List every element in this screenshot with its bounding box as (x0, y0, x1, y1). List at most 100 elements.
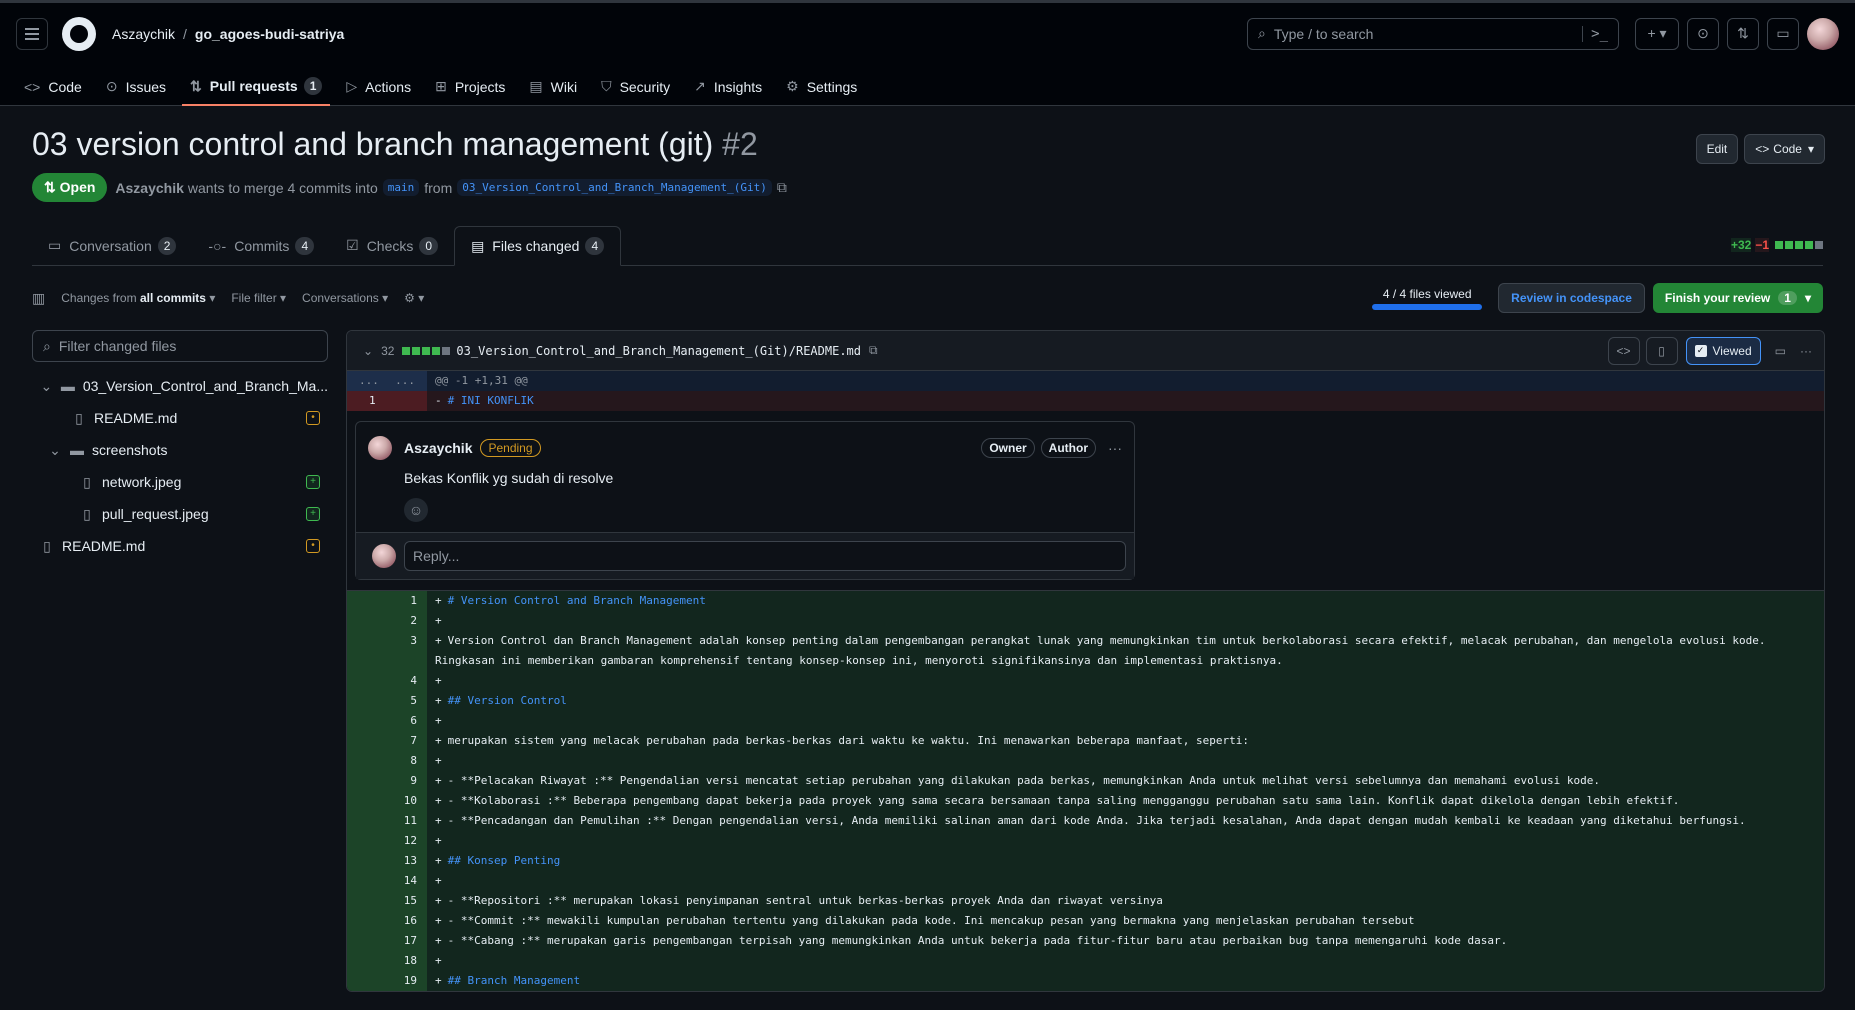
toggle-file-tree-icon[interactable]: ▥ (32, 290, 45, 307)
line-number[interactable]: 15 (347, 891, 427, 911)
code-button-label: Code (1773, 142, 1802, 156)
repo-name-link[interactable]: go_agoes-budi-satriya (195, 26, 344, 42)
line-sign: + (435, 914, 442, 927)
line-number[interactable]: 10 (347, 791, 427, 811)
line-text: - **Kolaborasi :** Beberapa pengembang d… (447, 794, 1680, 807)
pr-title: 03 version control and branch management… (32, 126, 1823, 163)
tab-actions[interactable]: ▷ Actions (338, 78, 419, 105)
pr-state-badge: ⇅ Open (32, 173, 108, 202)
tree-file[interactable]: ▯ README.md • (32, 402, 328, 434)
kebab-menu-icon[interactable]: ··· (1108, 440, 1122, 456)
settings-gear-icon[interactable]: ⚙ ▾ (404, 291, 424, 305)
finish-review-button[interactable]: Finish your review 1 ▾ (1652, 283, 1823, 313)
pull-requests-icon[interactable]: ⇅ (1727, 17, 1759, 50)
line-number[interactable]: 3 (347, 631, 427, 671)
line-number[interactable]: 19 (347, 971, 427, 991)
diffstat: +32 −1 (1730, 238, 1823, 252)
line-number[interactable]: 5 (347, 691, 427, 711)
changes-from-dropdown[interactable]: Changes from all commits ▾ (61, 291, 215, 305)
kebab-menu-icon[interactable]: ··· (1800, 344, 1812, 358)
file-header: ⌄ 32 03_Version_Control_and_Branch_Manag… (347, 331, 1824, 371)
tab-label: Issues (125, 78, 167, 95)
tab-projects[interactable]: ⊞ Projects (427, 78, 513, 105)
tab-checks[interactable]: ☑ Checks 0 (330, 226, 454, 265)
tab-commits[interactable]: -○- Commits 4 (192, 226, 330, 265)
line-code: + (427, 751, 1824, 771)
search-input[interactable]: ⌕ Type / to search >_ (1247, 17, 1619, 50)
line-number[interactable]: 9 (347, 771, 427, 791)
file-icon: ▯ (83, 505, 91, 522)
file-path[interactable]: 03_Version_Control_and_Branch_Management… (456, 344, 861, 358)
line-number[interactable]: 7 (347, 731, 427, 751)
line-sign: + (435, 934, 442, 947)
tab-security[interactable]: ⛉ Security (593, 78, 678, 105)
github-logo-icon[interactable] (62, 16, 96, 51)
pr-author[interactable]: Aszaychik (115, 180, 183, 196)
tab-insights[interactable]: ↗ Insights (686, 78, 770, 105)
create-new-button[interactable]: + ▾ (1635, 17, 1679, 50)
tab-label: Actions (365, 78, 412, 95)
code-button[interactable]: <> Code ▾ (1744, 134, 1825, 164)
issues-icon[interactable]: ⊙ (1687, 17, 1719, 50)
author-label: Author (1040, 438, 1096, 458)
line-number[interactable]: 16 (347, 911, 427, 931)
tab-pull-requests[interactable]: ⇅ Pull requests 1 (182, 77, 331, 106)
line-number[interactable]: 8 (347, 751, 427, 771)
head-branch[interactable]: 03_Version_Control_and_Branch_Management… (457, 179, 772, 196)
line-number[interactable]: 17 (347, 931, 427, 951)
copy-icon[interactable]: ⧉ (777, 179, 787, 196)
line-number[interactable]: 1 (347, 591, 427, 611)
command-palette-icon[interactable]: >_ (1582, 25, 1608, 42)
copy-icon[interactable]: ⧉ (869, 343, 878, 358)
line-number[interactable]: 12 (347, 831, 427, 851)
viewed-checkbox[interactable]: ✓ Viewed (1685, 336, 1761, 365)
tab-code[interactable]: <> Code (16, 79, 90, 105)
collapse-chevron-icon[interactable]: ⌄ (363, 344, 373, 358)
line-number[interactable]: 4 (347, 671, 427, 691)
line-number[interactable]: 2 (347, 611, 427, 631)
pr-header-actions: Edit <> Code ▾ (1690, 134, 1825, 164)
issues-icon: ⊙ (105, 78, 118, 94)
commit-icon: -○- (208, 237, 227, 254)
line-number[interactable]: 13 (347, 851, 427, 871)
reply-input[interactable]: Reply... (404, 541, 1126, 571)
tab-issues[interactable]: ⊙ Issues (98, 78, 174, 105)
rich-diff-icon[interactable]: ▯ (1645, 336, 1678, 365)
file-icon: ▯ (75, 409, 83, 426)
viewed-label: Viewed (1712, 343, 1752, 358)
inbox-icon[interactable]: ▭ (1767, 17, 1799, 50)
tab-wiki[interactable]: ▤ Wiki (521, 78, 585, 105)
tree-file[interactable]: ▯ network.jpeg + (32, 466, 328, 498)
hunk-expand[interactable]: ...... (347, 371, 427, 391)
review-in-codespace-button[interactable]: Review in codespace (1498, 283, 1645, 313)
base-branch[interactable]: main (382, 179, 420, 196)
tree-folder[interactable]: ⌄ ▬ screenshots (32, 434, 328, 466)
line-number[interactable]: 11 (347, 811, 427, 831)
tree-file[interactable]: ▯ README.md • (32, 530, 328, 562)
line-number[interactable]: 14 (347, 871, 427, 891)
line-number[interactable]: 1 (347, 391, 427, 411)
avatar[interactable] (368, 436, 392, 460)
user-avatar[interactable] (1807, 17, 1839, 50)
conversations-dropdown[interactable]: Conversations ▾ (302, 291, 388, 305)
source-diff-icon[interactable]: <> (1607, 336, 1640, 365)
line-number[interactable]: 6 (347, 711, 427, 731)
tab-settings[interactable]: ⚙ Settings (778, 78, 865, 105)
file-filter-dropdown[interactable]: File filter ▾ (231, 291, 286, 305)
tab-label: Commits (234, 237, 290, 254)
tab-conversation[interactable]: ▭ Conversation 2 (32, 226, 192, 265)
pr-number: #2 (722, 126, 758, 162)
tree-folder[interactable]: ⌄ ▬ 03_Version_Control_and_Branch_Ma... (32, 370, 328, 402)
comment-author[interactable]: Aszaychik (404, 440, 472, 456)
files-toolbar: ▥ Changes from all commits ▾ File filter… (32, 282, 1823, 314)
tab-files-changed[interactable]: ▤ Files changed 4 (454, 226, 622, 266)
comment-icon[interactable]: ▭ (1775, 344, 1786, 358)
line-number[interactable]: 18 (347, 951, 427, 971)
edit-button[interactable]: Edit (1695, 134, 1739, 164)
repo-owner-link[interactable]: Aszaychik (112, 26, 175, 42)
line-code: + (427, 871, 1824, 891)
menu-button[interactable] (16, 17, 48, 50)
add-reaction-icon[interactable]: ☺ (404, 498, 428, 522)
filter-files-input[interactable]: ⌕ Filter changed files (32, 330, 328, 362)
tree-file[interactable]: ▯ pull_request.jpeg + (32, 498, 328, 530)
